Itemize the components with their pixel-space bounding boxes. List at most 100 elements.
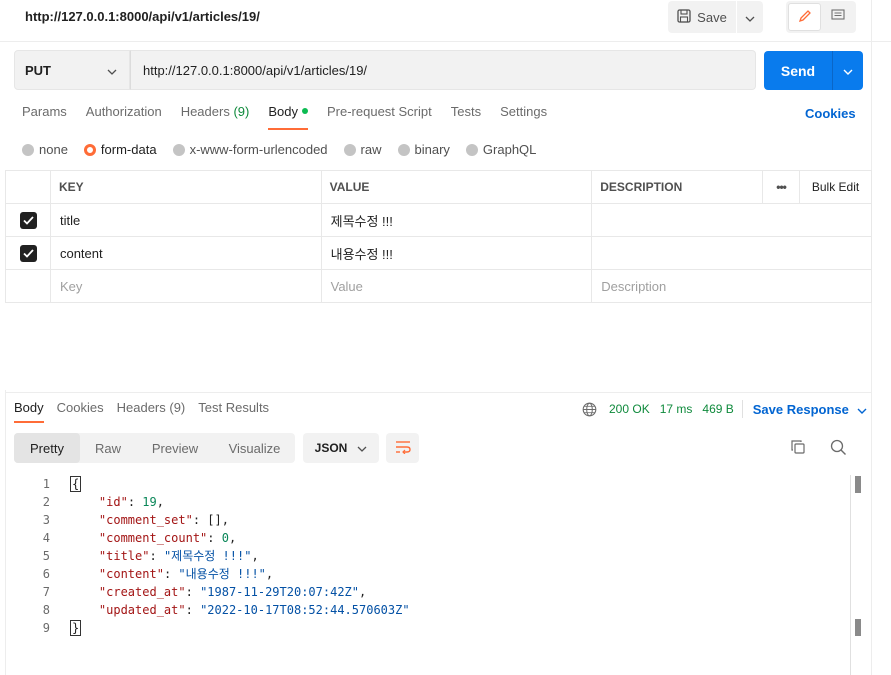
bulk-edit-button[interactable]: Bulk Edit xyxy=(799,170,872,204)
url-input[interactable] xyxy=(130,50,756,90)
response-tab-body[interactable]: Body xyxy=(14,400,44,423)
value-cell[interactable]: 내용수정 !!! xyxy=(320,236,593,270)
tab-authorization[interactable]: Authorization xyxy=(86,104,162,126)
wrap-icon xyxy=(395,440,411,457)
key-placeholder[interactable]: Key xyxy=(49,269,322,303)
edit-mode-button[interactable] xyxy=(788,3,821,31)
response-divider xyxy=(5,392,872,393)
view-pretty[interactable]: Pretty xyxy=(14,433,80,463)
key-cell[interactable]: title xyxy=(49,203,322,237)
search-icon[interactable] xyxy=(830,439,847,459)
cookies-link[interactable]: Cookies xyxy=(805,106,856,121)
scrollbar-marker-top[interactable] xyxy=(855,476,861,493)
method-select[interactable]: PUT xyxy=(14,50,130,90)
tab-body[interactable]: Body xyxy=(268,104,308,130)
globe-icon[interactable] xyxy=(582,402,597,417)
view-mode-toggle: Pretty Raw Preview Visualize xyxy=(14,433,295,463)
vertical-scrollbar[interactable] xyxy=(850,475,862,675)
line-number: 5 xyxy=(42,549,50,563)
response-tabs: Body Cookies Headers (9) Test Results xyxy=(14,400,282,423)
chevron-down-icon xyxy=(357,441,367,455)
key-cell[interactable]: content xyxy=(49,236,322,270)
row-checkbox[interactable] xyxy=(20,211,37,229)
line-number: 6 xyxy=(42,567,50,581)
row-checkbox[interactable] xyxy=(20,244,37,262)
panel-right-border xyxy=(871,0,872,675)
radio-graphql[interactable] xyxy=(465,143,478,156)
chevron-down-icon xyxy=(843,63,853,78)
comment-mode-button[interactable] xyxy=(821,3,854,31)
tab-settings[interactable]: Settings xyxy=(500,104,547,126)
view-visualize[interactable]: Visualize xyxy=(214,433,295,463)
radio-form-data[interactable] xyxy=(83,143,96,156)
value-placeholder[interactable]: Value xyxy=(320,269,593,303)
format-label: JSON xyxy=(314,441,348,455)
body-type-urlencoded[interactable]: x-www-form-urlencoded xyxy=(172,142,328,157)
send-options-button[interactable] xyxy=(832,51,863,90)
pencil-icon xyxy=(798,9,812,26)
value-cell[interactable]: 제목수정 !!! xyxy=(320,203,593,237)
status-code[interactable]: 200 OK xyxy=(609,402,650,416)
view-raw[interactable]: Raw xyxy=(80,433,136,463)
code-line: 4 "comment_count": 0, xyxy=(0,529,850,547)
more-options-icon[interactable]: ••• xyxy=(762,170,801,204)
code-line: 5 "title": "제목수정 !!!", xyxy=(0,547,850,565)
save-response-button[interactable]: Save Response xyxy=(753,402,867,417)
body-type-form-data[interactable]: form-data xyxy=(83,142,157,157)
tab-tests[interactable]: Tests xyxy=(451,104,481,126)
checkbox-header xyxy=(5,170,51,204)
format-select[interactable]: JSON xyxy=(303,433,379,463)
description-placeholder[interactable]: Description xyxy=(591,269,872,303)
line-number: 9 xyxy=(42,621,50,635)
response-body-code[interactable]: 1{ 2 "id": 19, 3 "comment_set": [], 4 "c… xyxy=(0,475,850,637)
chevron-down-icon xyxy=(107,63,117,78)
response-time[interactable]: 17 ms xyxy=(660,402,693,416)
radio-binary[interactable] xyxy=(397,143,410,156)
copy-icon[interactable] xyxy=(790,439,806,458)
response-tab-headers[interactable]: Headers (9) xyxy=(117,400,186,415)
table-header-row: KEY VALUE DESCRIPTION ••• Bulk Edit xyxy=(5,170,872,204)
form-data-table: KEY VALUE DESCRIPTION ••• Bulk Edit titl… xyxy=(5,170,872,303)
radio-none[interactable] xyxy=(22,143,34,156)
save-options-button[interactable] xyxy=(737,1,763,33)
tab-params[interactable]: Params xyxy=(22,104,67,126)
meta-divider xyxy=(741,400,743,418)
scrollbar-marker-bottom[interactable] xyxy=(855,619,861,636)
response-tab-test-results[interactable]: Test Results xyxy=(198,400,269,415)
save-button[interactable]: Save xyxy=(668,1,736,33)
response-tab-cookies[interactable]: Cookies xyxy=(57,400,104,415)
body-type-binary[interactable]: binary xyxy=(397,142,450,157)
chevron-down-icon xyxy=(745,10,755,25)
radio-urlencoded[interactable] xyxy=(172,143,185,156)
save-group: Save xyxy=(668,1,763,33)
line-number: 7 xyxy=(42,585,50,599)
description-cell[interactable] xyxy=(591,236,872,270)
code-line: 1{ xyxy=(0,475,850,493)
save-label: Save xyxy=(697,9,727,25)
request-title[interactable]: http://127.0.0.1:8000/api/v1/articles/19… xyxy=(25,9,260,24)
view-preview[interactable]: Preview xyxy=(136,433,214,463)
body-type-graphql[interactable]: GraphQL xyxy=(465,142,536,157)
description-cell[interactable] xyxy=(591,203,872,237)
response-size[interactable]: 469 B xyxy=(702,402,733,416)
radio-raw[interactable] xyxy=(343,143,356,156)
value-column-header: VALUE xyxy=(320,170,593,204)
send-button[interactable]: Send xyxy=(764,51,832,90)
code-line: 3 "comment_set": [], xyxy=(0,511,850,529)
code-line: 8 "updated_at": "2022-10-17T08:52:44.570… xyxy=(0,601,850,619)
line-number: 8 xyxy=(42,603,50,617)
key-column-header: KEY xyxy=(49,170,322,204)
code-line: 2 "id": 19, xyxy=(0,493,850,511)
line-number: 3 xyxy=(42,513,50,527)
chevron-down-icon xyxy=(857,402,867,417)
body-type-raw[interactable]: raw xyxy=(343,142,382,157)
save-icon xyxy=(677,8,691,26)
table-row: content 내용수정 !!! xyxy=(5,236,872,270)
tab-headers[interactable]: Headers (9) xyxy=(181,104,250,126)
body-type-selector: none form-data x-www-form-urlencoded raw… xyxy=(22,142,552,157)
tab-pre-request-script[interactable]: Pre-request Script xyxy=(327,104,432,126)
request-tabs: Params Authorization Headers (9) Body Pr… xyxy=(22,104,566,130)
wrap-lines-button[interactable] xyxy=(386,433,419,463)
table-row: title 제목수정 !!! xyxy=(5,203,872,237)
body-type-none[interactable]: none xyxy=(22,142,68,157)
